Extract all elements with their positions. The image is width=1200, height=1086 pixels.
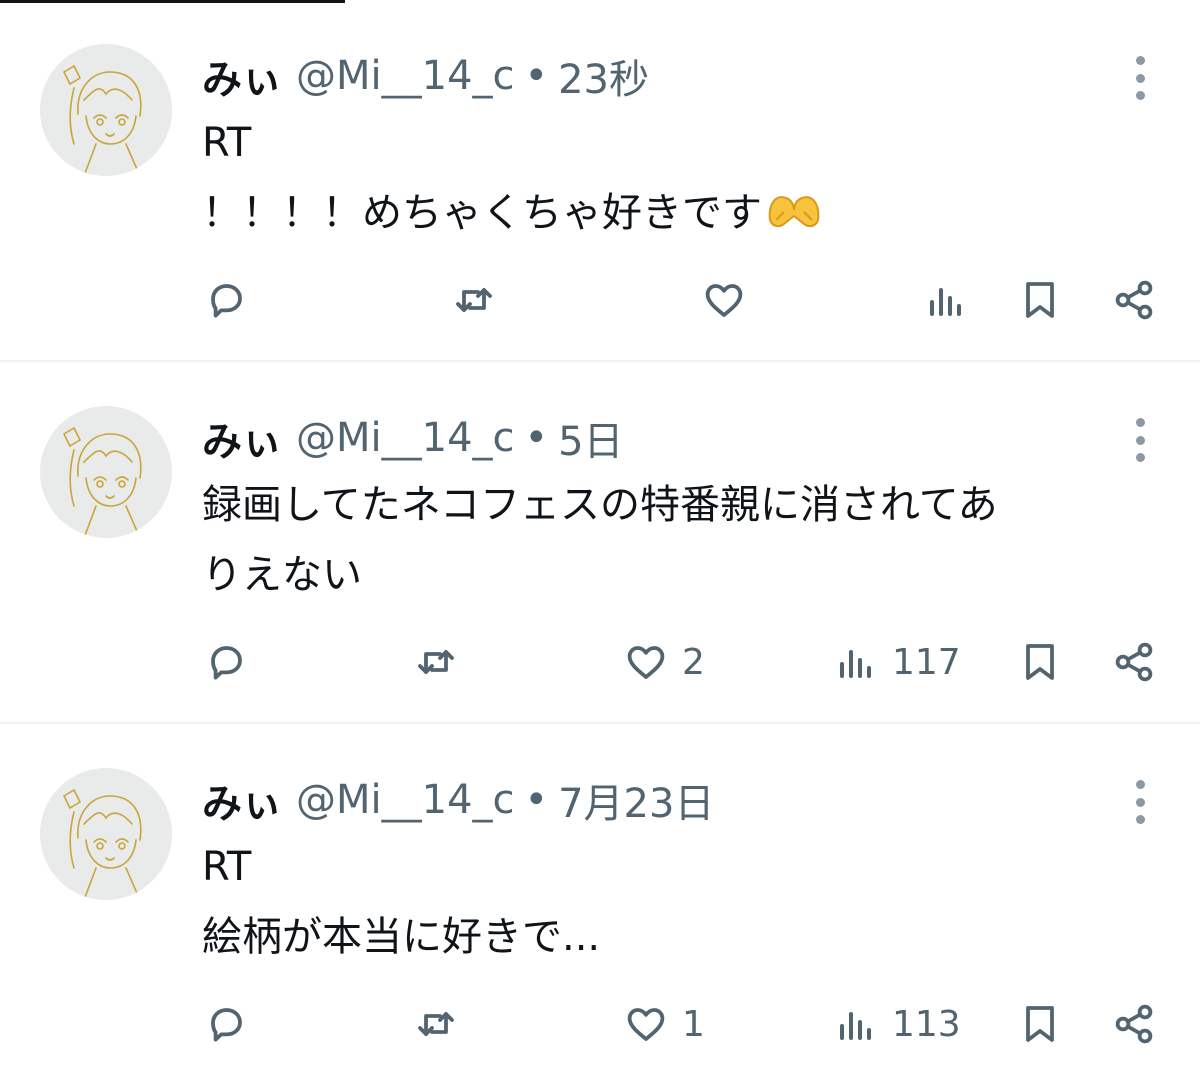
separator-dot: • xyxy=(524,777,549,823)
tweet-text-line: 録画してたネコフェスの特番親に消されてあ xyxy=(202,482,998,528)
retweet-icon xyxy=(418,1012,454,1036)
views-icon xyxy=(840,650,871,678)
bookmark-icon xyxy=(1026,1006,1054,1042)
tweet-text-line: りえない xyxy=(202,552,362,598)
reply-button[interactable] xyxy=(202,994,250,1054)
action-bar xyxy=(0,270,1200,330)
tweet-header: みぃ @Mi__14_c • 5日 xyxy=(202,408,624,468)
views-button[interactable] xyxy=(922,270,982,330)
tweet[interactable]: みぃ @Mi__14_c • 23秒 RT ！！！！めちゃくちゃ好きです xyxy=(0,0,1200,362)
more-icon[interactable] xyxy=(1130,56,1150,100)
bookmark-button[interactable] xyxy=(1016,270,1064,330)
tweet-header: みぃ @Mi__14_c • 7月23日 xyxy=(202,770,714,830)
share-icon xyxy=(1115,280,1153,320)
display-name[interactable]: みぃ xyxy=(202,409,282,467)
share-button[interactable] xyxy=(1110,632,1158,692)
share-icon xyxy=(1115,1004,1153,1044)
tweet-text: RT 絵柄が本当に好きで... xyxy=(202,832,1162,972)
display-name[interactable]: みぃ xyxy=(202,47,282,105)
reply-icon xyxy=(211,646,242,680)
bookmark-button[interactable] xyxy=(1016,994,1064,1054)
display-name[interactable]: みぃ xyxy=(202,771,282,829)
views-button[interactable]: 117 xyxy=(832,632,961,692)
user-handle[interactable]: @Mi__14_c xyxy=(296,415,515,461)
tweet-text-line: ！！！！めちゃくちゃ好きです xyxy=(202,190,762,236)
views-button[interactable]: 113 xyxy=(832,994,961,1054)
reply-icon xyxy=(211,1008,242,1042)
tweet-text: 録画してたネコフェスの特番親に消されてあ りえない xyxy=(202,470,1162,610)
bookmark-button[interactable] xyxy=(1016,632,1064,692)
tweet-header: みぃ @Mi__14_c • 23秒 xyxy=(202,46,649,106)
tweet[interactable]: みぃ @Mi__14_c • 7月23日 RT 絵柄が本当に好きで... 1 1… xyxy=(0,724,1200,1086)
retweet-button[interactable] xyxy=(412,994,460,1054)
avatar-drawing xyxy=(62,788,142,900)
like-count: 2 xyxy=(682,641,705,683)
reply-icon xyxy=(211,284,242,318)
heart-icon xyxy=(627,646,665,679)
like-button[interactable] xyxy=(700,270,760,330)
avatar[interactable] xyxy=(40,44,172,176)
tweet-text-line-with-emoji: ！！！！めちゃくちゃ好きです xyxy=(202,178,1162,248)
avatar[interactable] xyxy=(40,406,172,538)
retweet-button[interactable] xyxy=(450,270,498,330)
separator-dot: • xyxy=(524,415,549,461)
tweet-text-line: 絵柄が本当に好きで... xyxy=(202,914,601,960)
separator-dot: • xyxy=(524,53,549,99)
bookmark-icon xyxy=(1026,644,1054,680)
retweet-button[interactable] xyxy=(412,632,460,692)
heart-icon xyxy=(705,284,743,317)
timestamp[interactable]: 5日 xyxy=(558,409,623,467)
views-icon xyxy=(840,1012,871,1040)
like-button[interactable]: 2 xyxy=(622,632,705,692)
avatar-drawing xyxy=(62,426,142,538)
view-count: 117 xyxy=(892,641,961,683)
share-button[interactable] xyxy=(1110,994,1158,1054)
tweet-text-line: RT xyxy=(202,120,252,166)
timestamp[interactable]: 23秒 xyxy=(558,47,649,105)
retweet-icon xyxy=(456,288,492,312)
reply-button[interactable] xyxy=(202,632,250,692)
share-icon xyxy=(1115,642,1153,682)
user-handle[interactable]: @Mi__14_c xyxy=(296,53,515,99)
action-bar: 2 117 xyxy=(0,632,1200,692)
views-icon xyxy=(930,288,961,316)
tweet[interactable]: みぃ @Mi__14_c • 5日 録画してたネコフェスの特番親に消されてあ り… xyxy=(0,362,1200,724)
tweet-text-line: RT xyxy=(202,844,252,890)
avatar-drawing xyxy=(62,64,142,176)
heart-icon xyxy=(627,1008,665,1041)
timestamp[interactable]: 7月23日 xyxy=(558,771,714,829)
action-bar: 1 113 xyxy=(0,994,1200,1054)
view-count: 113 xyxy=(892,1003,961,1045)
avatar[interactable] xyxy=(40,768,172,900)
user-handle[interactable]: @Mi__14_c xyxy=(296,777,515,823)
like-count: 1 xyxy=(682,1003,705,1045)
bookmark-icon xyxy=(1026,282,1054,318)
more-icon[interactable] xyxy=(1130,780,1150,824)
share-button[interactable] xyxy=(1110,270,1158,330)
more-icon[interactable] xyxy=(1130,418,1150,462)
reply-button[interactable] xyxy=(202,270,250,330)
retweet-icon xyxy=(418,650,454,674)
tweet-text: RT ！！！！めちゃくちゃ好きです xyxy=(202,108,1162,248)
like-button[interactable]: 1 xyxy=(622,994,705,1054)
heart-hands-emoji xyxy=(768,196,820,228)
